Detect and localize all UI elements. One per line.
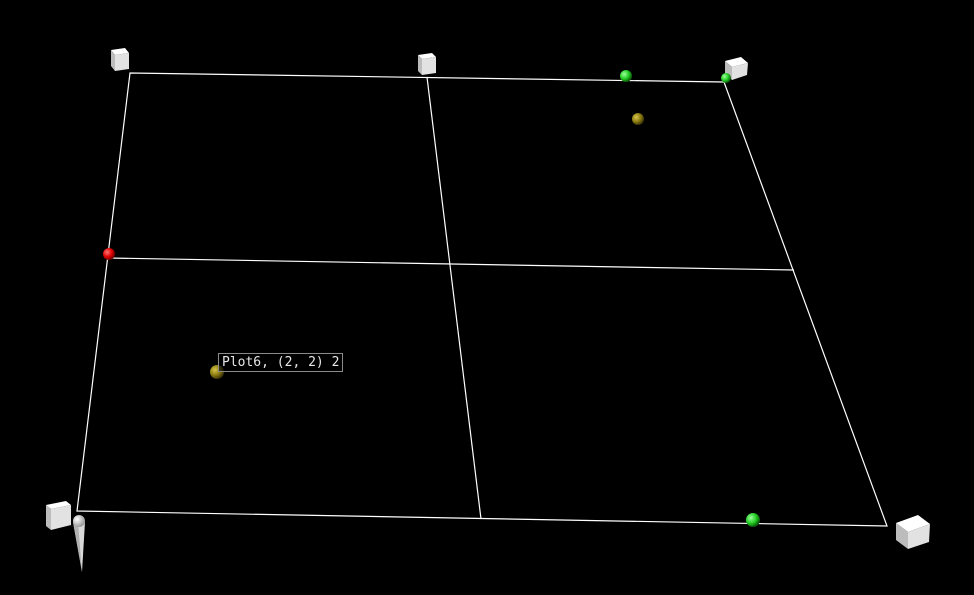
- grid-line-vertical: [426, 76, 482, 520]
- grid-plane: [76, 72, 888, 527]
- cube-top-left: [111, 48, 129, 71]
- red-sphere[interactable]: [103, 248, 115, 260]
- cube-top-middle: [418, 53, 436, 75]
- olive-sphere-top[interactable]: [632, 113, 644, 125]
- cone-pointer: [73, 515, 85, 572]
- green-sphere-top[interactable]: [620, 70, 632, 82]
- cube-bottom-right: [896, 515, 930, 549]
- data-point-tooltip: Plot6, (2, 2) 2: [218, 353, 344, 372]
- 3d-plot-viewport[interactable]: [0, 0, 974, 595]
- grid-outline: [76, 72, 888, 527]
- green-sphere-top-right[interactable]: [721, 73, 731, 83]
- green-sphere-bottom[interactable]: [746, 513, 760, 527]
- grid-line-horizontal: [107, 257, 795, 271]
- cube-bottom-left: [46, 501, 71, 530]
